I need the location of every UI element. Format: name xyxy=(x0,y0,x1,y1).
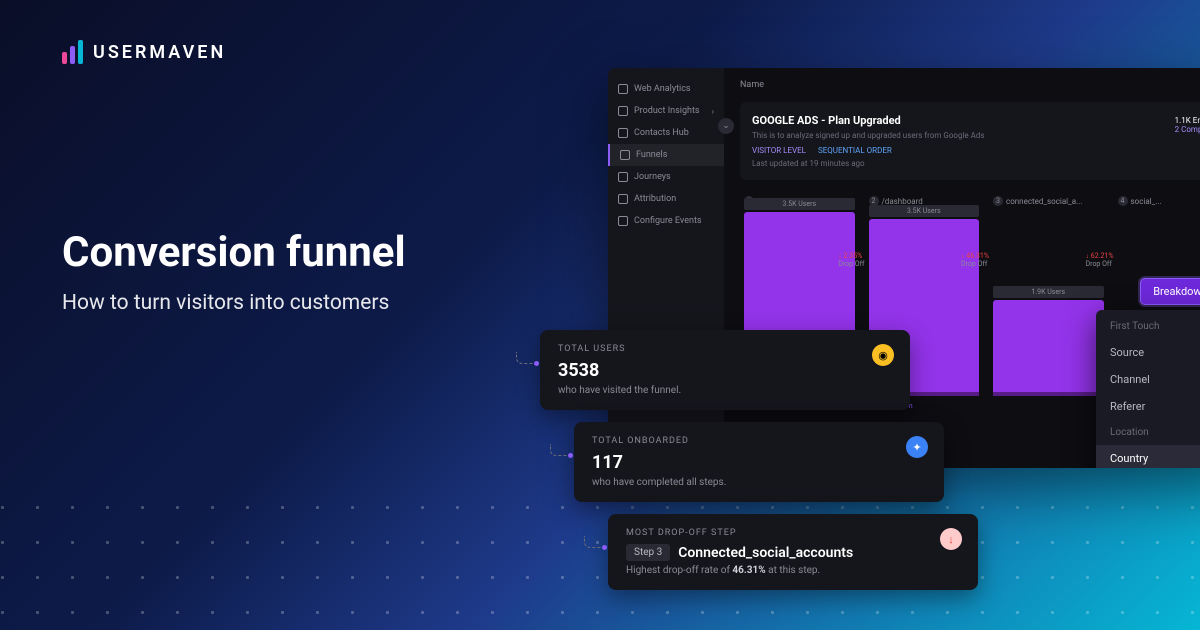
chevron-right-icon: › xyxy=(712,107,714,116)
page-subtitle: How to turn visitors into customers xyxy=(62,291,406,315)
events-icon xyxy=(618,216,628,226)
breakdown-option[interactable]: Location xyxy=(1096,420,1200,445)
card-total-users: ◉ TOTAL USERS 3538 who have visited the … xyxy=(540,330,910,410)
stat-completed: 2 Completed xyxy=(1175,125,1200,134)
breakdown-menu: First TouchSourceChannelRefererLocationC… xyxy=(1096,310,1200,468)
attribution-icon xyxy=(618,194,628,204)
sidebar-item-journeys[interactable]: Journeys xyxy=(608,166,724,188)
funnel-desc: This is to analyze signed up and upgrade… xyxy=(752,131,1200,140)
onboarded-value: 117 xyxy=(592,452,926,473)
users-icon: ◉ xyxy=(872,344,894,366)
summary-cards: ◉ TOTAL USERS 3538 who have visited the … xyxy=(540,330,978,602)
logo-icon xyxy=(62,40,83,64)
breakdown-option[interactable]: Country xyxy=(1096,445,1200,468)
sidebar-item-product-insights[interactable]: Product Insights› xyxy=(608,100,724,122)
col-name: Name xyxy=(740,80,764,90)
breakdown-button[interactable]: Breakdown ⌄ xyxy=(1140,278,1200,305)
insights-icon xyxy=(618,106,628,116)
sidebar-item-attribution[interactable]: Attribution xyxy=(608,188,724,210)
analytics-icon xyxy=(618,84,628,94)
tag-visitor-level: VISITOR LEVEL xyxy=(752,146,806,155)
dropoff-step-name: Connected_social_accounts xyxy=(678,545,853,561)
step-badge: Step 3 xyxy=(626,544,670,561)
total-users-value: 3538 xyxy=(558,360,892,381)
collapse-button[interactable]: ⌄ xyxy=(718,118,734,134)
sidebar-item-web-analytics[interactable]: Web Analytics xyxy=(608,78,724,100)
connector-line xyxy=(516,352,536,364)
onboarded-icon: ✦ xyxy=(906,436,928,458)
card-total-onboarded: ✦ TOTAL ONBOARDED 117 who have completed… xyxy=(574,422,944,502)
breakdown-option[interactable]: Channel xyxy=(1096,366,1200,393)
sidebar-item-contacts[interactable]: Contacts Hub xyxy=(608,122,724,144)
sidebar-item-configure-events[interactable]: Configure Events xyxy=(608,210,724,232)
table-header: Name Stats xyxy=(740,80,1200,90)
journeys-icon xyxy=(618,172,628,182)
brand-logo: USERMAVEN xyxy=(62,40,226,64)
card-most-dropoff: ↓ MOST DROP-OFF STEP Step 3 Connected_so… xyxy=(608,514,978,590)
funnel-step: 3connected_social_a... 1.9K Users ↓ 62.2… xyxy=(993,196,1104,396)
connector-line xyxy=(550,444,570,456)
dropoff-desc: Highest drop-off rate of 46.31% at this … xyxy=(626,565,960,576)
hero: Conversion funnel How to turn visitors i… xyxy=(62,228,406,315)
breakdown-option[interactable]: Source xyxy=(1096,339,1200,366)
page-title: Conversion funnel xyxy=(62,228,406,277)
connector-line xyxy=(584,536,604,548)
breakdown-option[interactable]: First Touch xyxy=(1096,314,1200,339)
brand-name: USERMAVEN xyxy=(93,42,226,63)
dropoff-icon: ↓ xyxy=(940,528,962,550)
breakdown-option[interactable]: Referer xyxy=(1096,393,1200,420)
funnel-icon xyxy=(620,150,630,160)
sidebar-item-funnels[interactable]: Funnels xyxy=(608,144,724,166)
funnel-header: ⌄ GOOGLE ADS - Plan Upgraded This is to … xyxy=(740,102,1200,180)
contacts-icon xyxy=(618,128,628,138)
stat-entered: 1.1K Entered xyxy=(1175,116,1200,125)
last-updated: Last updated at 19 minutes ago xyxy=(752,159,1200,168)
tag-sequential-order: SEQUENTIAL ORDER xyxy=(818,146,892,155)
funnel-title: GOOGLE ADS - Plan Upgraded xyxy=(752,114,1200,127)
